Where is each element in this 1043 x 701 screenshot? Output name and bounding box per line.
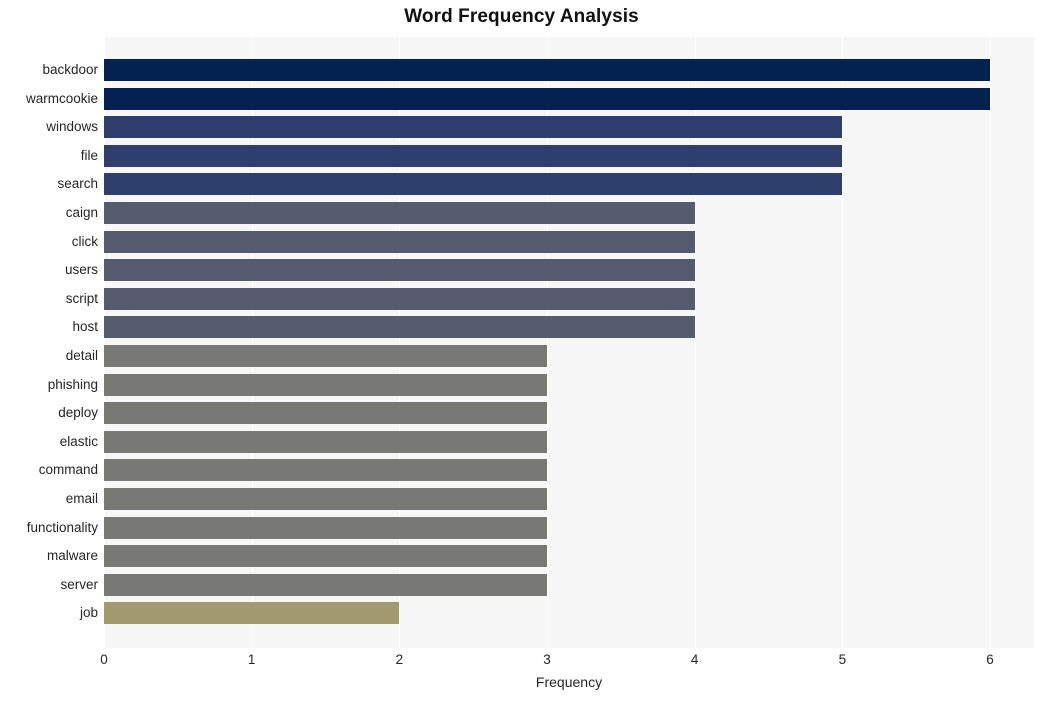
y-axis-tick-label: script xyxy=(65,290,98,306)
bar xyxy=(104,287,695,310)
y-axis-tick-label: functionality xyxy=(26,519,98,535)
bar xyxy=(104,87,990,110)
bar xyxy=(104,488,547,510)
y-axis-tick-label: users xyxy=(64,262,98,278)
x-axis-title: Frequency xyxy=(535,674,603,690)
bar xyxy=(104,202,695,224)
bar xyxy=(104,116,843,139)
bar xyxy=(104,573,547,596)
bar xyxy=(104,516,547,539)
bar xyxy=(104,602,400,625)
bar xyxy=(104,459,547,482)
y-axis-tick-label: file xyxy=(80,147,98,163)
y-axis-tick-label: server xyxy=(60,576,98,592)
chart-title: Word Frequency Analysis xyxy=(404,6,639,27)
y-axis-tick-labels: backdoor warmcookie windows file search caign… xyxy=(0,37,98,648)
bar xyxy=(104,230,695,253)
bar xyxy=(104,316,695,339)
y-axis-tick-label: warmcookie xyxy=(25,90,98,106)
plot-area xyxy=(104,37,1034,648)
x-axis-tick-label: 3 xyxy=(543,652,551,667)
y-axis-tick-label: malware xyxy=(46,548,98,564)
x-axis-tick-label: 2 xyxy=(395,652,404,667)
x-axis-tick-label: 0 xyxy=(100,652,108,667)
x-axis-tick-label: 6 xyxy=(986,652,994,667)
y-axis-tick-label: detail xyxy=(65,348,98,363)
x-axis-tick-label: 5 xyxy=(838,652,847,667)
y-axis-tick-label: phishing xyxy=(47,376,98,392)
bar xyxy=(104,545,547,568)
bar xyxy=(104,430,547,453)
y-axis-tick-label: deploy xyxy=(58,405,98,421)
bar xyxy=(104,59,990,81)
y-axis-tick-label: job xyxy=(79,605,98,621)
bar xyxy=(104,402,547,425)
y-axis-tick-label: backdoor xyxy=(42,62,98,77)
word-frequency-bar-chart: Word Frequency Analysis backdoor warmcook… xyxy=(0,0,1043,701)
y-axis-tick-label: email xyxy=(65,491,98,506)
y-axis-tick-label: caign xyxy=(65,205,98,220)
bar xyxy=(104,373,547,396)
bar xyxy=(104,144,843,167)
y-axis-tick-label: click xyxy=(71,233,98,249)
y-axis-tick-label: search xyxy=(57,176,98,192)
bars-series xyxy=(104,37,1034,648)
y-axis-tick-label: host xyxy=(72,319,98,335)
bar xyxy=(104,259,695,282)
y-axis-tick-label: command xyxy=(38,462,98,478)
bar xyxy=(104,173,843,196)
y-axis-tick-label: elastic xyxy=(59,433,98,449)
x-axis-tick-label: 4 xyxy=(690,652,699,667)
x-axis-tick-label: 1 xyxy=(247,652,256,667)
x-axis-tick-labels: 0 1 2 3 4 5 6 xyxy=(100,650,1034,674)
bar xyxy=(104,345,547,367)
y-axis-tick-label: windows xyxy=(46,119,98,135)
